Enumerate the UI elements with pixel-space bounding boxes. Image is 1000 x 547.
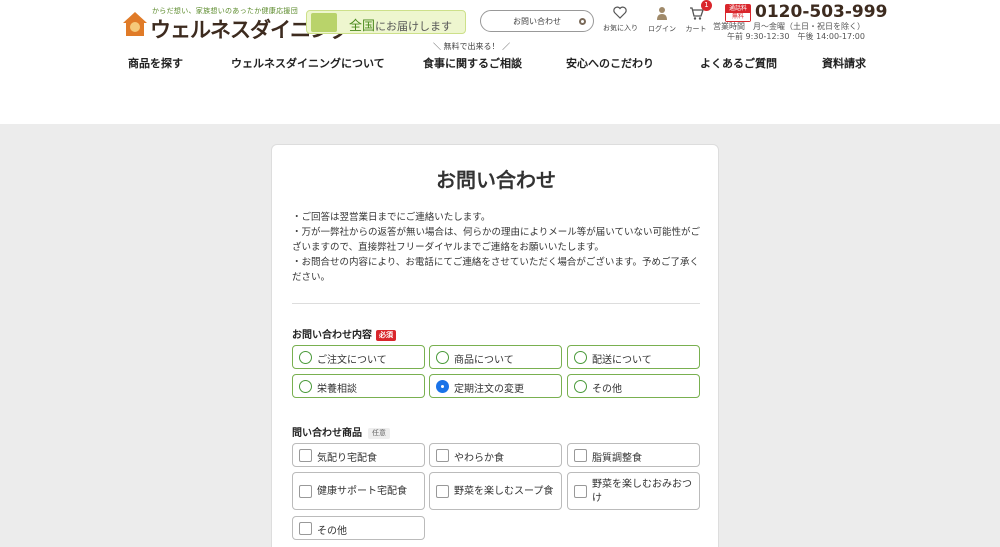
- login-link[interactable]: ログイン: [647, 6, 677, 34]
- cart-link[interactable]: 1 カート: [683, 0, 712, 34]
- nav-free-note: ＼ 無料で出来る！ ／: [433, 42, 511, 51]
- checkbox-label: 健康サポート宅配食: [317, 486, 407, 497]
- product-label: 問い合わせ商品 任意: [292, 424, 390, 439]
- checkbox-health-support[interactable]: 健康サポート宅配食: [292, 472, 425, 510]
- nav-item-faq[interactable]: よくあるご質問: [700, 55, 777, 71]
- checkbox-label: やわらか食: [454, 453, 504, 464]
- phone-number[interactable]: 0120-503-999: [755, 2, 887, 22]
- nav-item-consultation[interactable]: 食事に関するご相談: [423, 55, 522, 71]
- radio-label: 定期注文の変更: [454, 384, 524, 395]
- cart-label: カート: [685, 25, 707, 33]
- radio-label: 配送について: [592, 355, 652, 366]
- search-input[interactable]: お問い合わせ: [513, 16, 561, 27]
- checkbox-label: 脂質調整食: [592, 453, 642, 464]
- login-label: ログイン: [648, 25, 676, 33]
- logo-mark-icon: [123, 12, 147, 36]
- radio-button[interactable]: [436, 351, 449, 364]
- radio-label: 商品について: [454, 355, 514, 366]
- inquiry-form-card: お問い合わせ ・ご回答は翌営業日までにご連絡いたします。 ・万が一弊社からの返答…: [271, 144, 719, 547]
- product-label-text: 問い合わせ商品: [292, 428, 362, 439]
- main-nav: 商品を探す ウェルネスダイニングについて 食事に関するご相談 安心へのこだわり …: [0, 52, 1000, 72]
- checkbox[interactable]: [299, 485, 312, 498]
- freecall-badge: 通話料 無料: [725, 4, 751, 22]
- favorites-label: お気に入り: [603, 24, 638, 32]
- checkbox[interactable]: [299, 522, 312, 535]
- checkbox[interactable]: [299, 449, 312, 462]
- checkbox-label: 気配り宅配食: [317, 453, 377, 464]
- site-header: からだ想い、家族想いのあったか健康応援団 ウェルネスダイニング 全国にお届けしま…: [0, 0, 1000, 124]
- form-note: ・お問合せの内容により、お電話にてご連絡をさせていただく場合がございます。予めご…: [292, 257, 699, 283]
- nav-item-brochure[interactable]: 資料請求: [822, 55, 866, 71]
- freecall-top: 通話料: [726, 5, 750, 13]
- nav-item-about[interactable]: ウェルネスダイニングについて: [231, 55, 385, 71]
- delivery-label: 全国にお届けします: [349, 15, 452, 34]
- site-logo[interactable]: からだ想い、家族想いのあったか健康応援団 ウェルネスダイニング: [120, 4, 351, 42]
- radio-nutrition[interactable]: 栄養相談: [292, 374, 425, 398]
- delivery-box-icon: [311, 13, 337, 32]
- radio-button[interactable]: [574, 351, 587, 364]
- radio-order[interactable]: ご注文について: [292, 345, 425, 369]
- checkbox[interactable]: [436, 449, 449, 462]
- cart-count-badge: 1: [701, 0, 712, 11]
- radio-button[interactable]: [299, 351, 312, 364]
- divider: [292, 303, 700, 304]
- checkbox-low-fat[interactable]: 脂質調整食: [567, 443, 700, 467]
- radio-label: 栄養相談: [317, 384, 357, 395]
- nationwide-delivery-banner[interactable]: 全国にお届けします: [306, 10, 466, 34]
- favorites-link[interactable]: お気に入り: [603, 6, 638, 33]
- freecall-bottom: 無料: [726, 13, 750, 21]
- radio-label: その他: [592, 384, 622, 395]
- heart-icon: [613, 6, 627, 19]
- checkbox[interactable]: [436, 485, 449, 498]
- checkbox-soft-food[interactable]: やわらか食: [429, 443, 562, 467]
- radio-subscription-change[interactable]: 定期注文の変更: [429, 374, 562, 398]
- checkbox-other[interactable]: その他: [292, 516, 425, 540]
- page-title: お問い合わせ: [436, 168, 556, 192]
- radio-delivery[interactable]: 配送について: [567, 345, 700, 369]
- checkbox-veggie-soup[interactable]: 野菜を楽しむスープ食: [429, 472, 562, 510]
- search-box[interactable]: お問い合わせ: [480, 10, 594, 32]
- search-icon[interactable]: [579, 18, 586, 25]
- delivery-rest: にお届けします: [375, 20, 453, 33]
- delivery-strong: 全国: [349, 19, 376, 34]
- checkbox-label: 野菜を楽しむおみおつけ: [592, 479, 692, 504]
- radio-button[interactable]: [299, 380, 312, 393]
- radio-button-selected[interactable]: [436, 380, 449, 393]
- checkbox-veggie-miso[interactable]: 野菜を楽しむおみおつけ: [567, 472, 700, 510]
- form-note: ・万が一弊社からの返答が無い場合は、何らかの理由によりメール等が届いていない可能…: [292, 227, 701, 253]
- user-icon: [657, 7, 667, 20]
- hours-line2: 午前 9:30-12:30 午後 14:00-17:00: [727, 32, 865, 41]
- nav-item-safety[interactable]: 安心へのこだわり: [566, 55, 654, 71]
- required-badge: 必須: [376, 330, 396, 341]
- nav-item-products[interactable]: 商品を探す: [128, 55, 183, 71]
- business-hours: 営業時間 月〜金曜（土日・祝日を除く） 午前 9:30-12:30 午後 14:…: [713, 22, 865, 42]
- checkbox-kikubari[interactable]: 気配り宅配食: [292, 443, 425, 467]
- form-note: ・ご回答は翌営業日までにご連絡いたします。: [292, 212, 491, 223]
- inquiry-type-text: お問い合わせ内容: [292, 330, 372, 341]
- checkbox-label: その他: [317, 526, 347, 537]
- checkbox[interactable]: [574, 449, 587, 462]
- radio-other[interactable]: その他: [567, 374, 700, 398]
- inquiry-type-label: お問い合わせ内容 必須: [292, 326, 396, 341]
- checkbox-label: 野菜を楽しむスープ食: [454, 486, 554, 497]
- optional-badge: 任意: [368, 428, 390, 439]
- checkbox[interactable]: [574, 485, 587, 498]
- form-notes: ・ご回答は翌営業日までにご連絡いたします。 ・万が一弊社からの返答が無い場合は、…: [292, 210, 706, 285]
- radio-button[interactable]: [574, 380, 587, 393]
- hours-line1: 営業時間 月〜金曜（土日・祝日を除く）: [713, 22, 865, 31]
- radio-product[interactable]: 商品について: [429, 345, 562, 369]
- radio-label: ご注文について: [317, 355, 387, 366]
